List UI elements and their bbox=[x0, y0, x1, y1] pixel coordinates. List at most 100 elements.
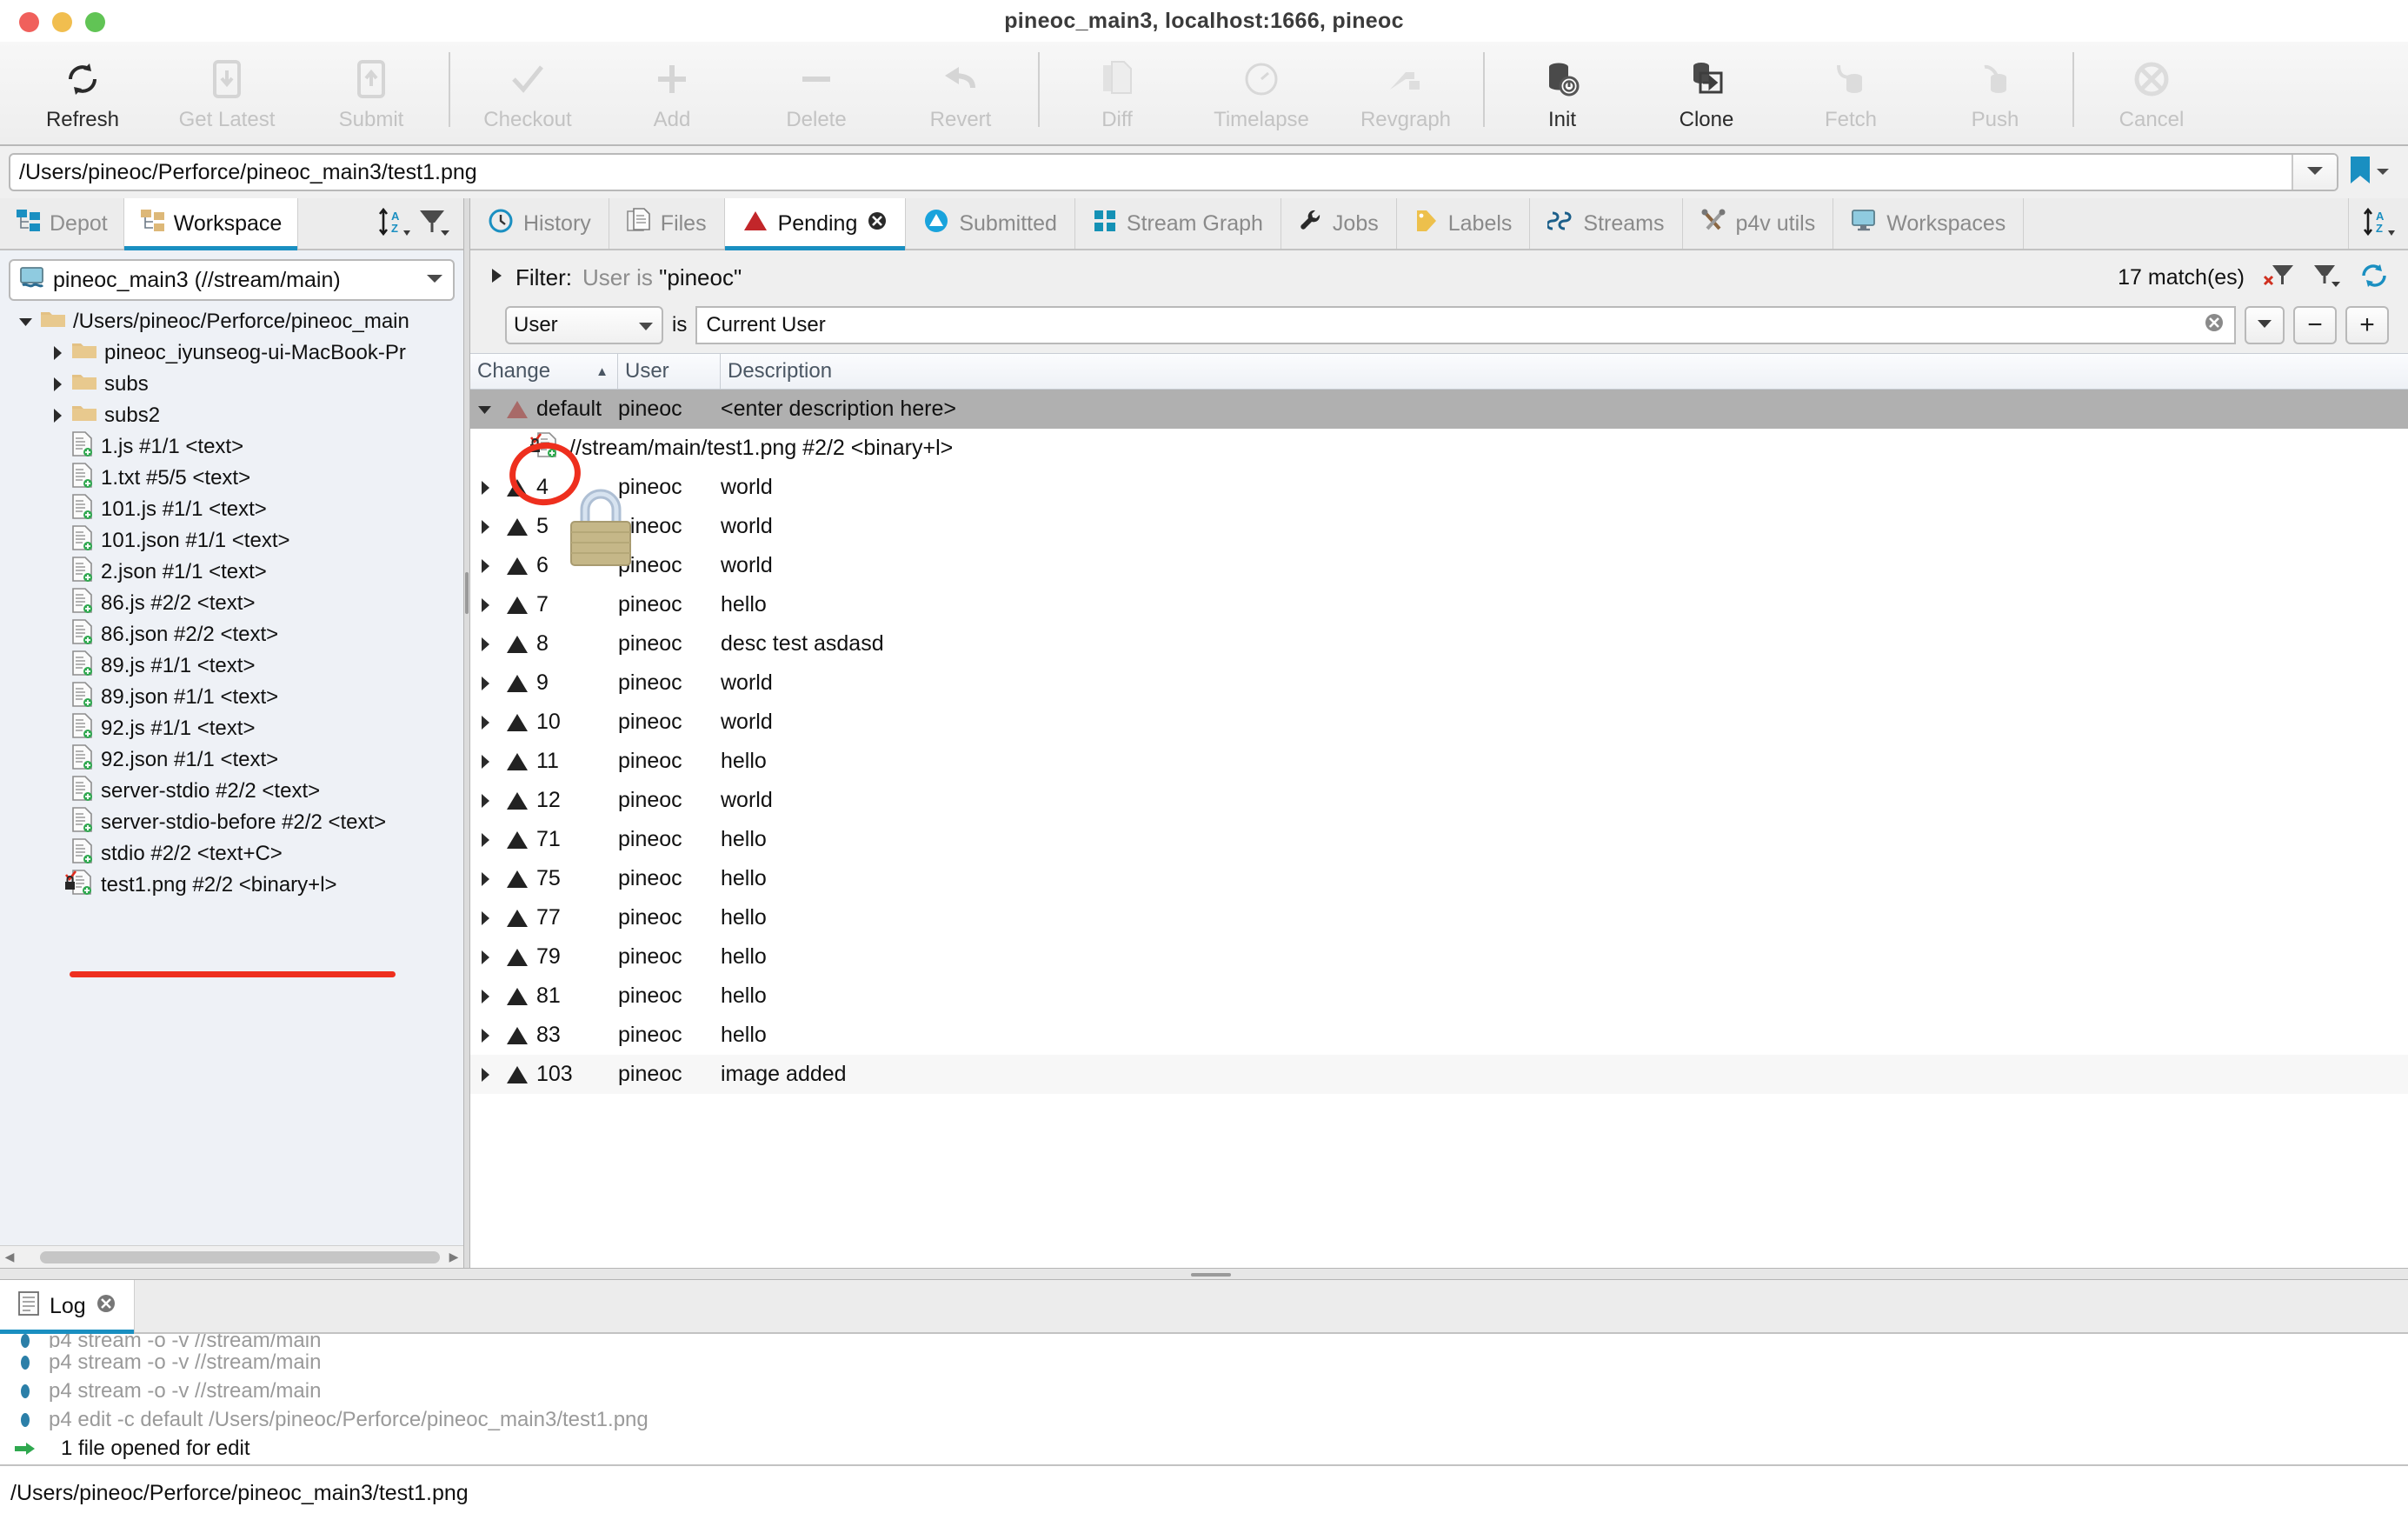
clear-x-icon[interactable] bbox=[2203, 311, 2225, 340]
vertical-splitter[interactable] bbox=[463, 198, 470, 1268]
timelapse-button[interactable]: Timelapse bbox=[1189, 42, 1334, 137]
table-row[interactable]: 11 pineoc hello bbox=[470, 742, 2408, 781]
table-row[interactable]: 71 pineoc hello bbox=[470, 820, 2408, 859]
diff-button[interactable]: Diff bbox=[1045, 42, 1189, 137]
sort-az-icon[interactable]: A Z bbox=[2361, 207, 2396, 241]
twisty-collapsed-icon[interactable] bbox=[470, 597, 500, 613]
twisty-collapsed-icon[interactable] bbox=[470, 754, 500, 770]
twisty-collapsed-icon[interactable] bbox=[470, 480, 500, 496]
twisty-collapsed-icon[interactable] bbox=[470, 793, 500, 809]
filter-funnel-icon[interactable] bbox=[418, 207, 451, 241]
tree-node-file[interactable]: 86.js #2/2 <text> bbox=[0, 587, 463, 619]
table-row[interactable]: 75 pineoc hello bbox=[470, 859, 2408, 898]
bookmark-icon[interactable] bbox=[2349, 156, 2371, 190]
refresh-circle-icon[interactable] bbox=[2359, 262, 2389, 294]
tree-node-root[interactable]: /Users/pineoc/Perforce/pineoc_main bbox=[0, 306, 463, 337]
table-row[interactable]: 5 pineoc world bbox=[470, 507, 2408, 546]
tree-node-folder[interactable]: pineoc_iyunseog-ui-MacBook-Pr bbox=[0, 337, 463, 369]
horizontal-splitter[interactable] bbox=[0, 1268, 2408, 1280]
twisty-collapsed-icon[interactable] bbox=[43, 377, 71, 392]
tab-pending[interactable]: Pending bbox=[724, 198, 907, 250]
tree-node-file[interactable]: 89.json #1/1 <text> bbox=[0, 681, 463, 713]
table-row[interactable]: 7 pineoc hello bbox=[470, 585, 2408, 624]
table-row[interactable]: 10 pineoc world bbox=[470, 703, 2408, 742]
clear-filter-icon[interactable] bbox=[2262, 263, 2295, 293]
tab-submitted[interactable]: Submitted bbox=[906, 198, 1075, 249]
init-button[interactable]: Init bbox=[1490, 42, 1634, 137]
tree-node-file[interactable]: 92.js #1/1 <text> bbox=[0, 712, 463, 744]
refresh-button[interactable]: Refresh bbox=[10, 42, 155, 137]
scrollbar-thumb[interactable] bbox=[40, 1250, 440, 1263]
sidebar-tab-workspace[interactable]: Workspace bbox=[123, 198, 299, 250]
twisty-collapsed-icon[interactable] bbox=[470, 676, 500, 691]
twisty-collapsed-icon[interactable] bbox=[43, 408, 71, 423]
add-button[interactable]: Add bbox=[600, 42, 744, 137]
filter-menu-icon[interactable] bbox=[2312, 263, 2342, 293]
twisty-collapsed-icon[interactable] bbox=[470, 519, 500, 535]
workspace-selector[interactable]: pineoc_main3 (//stream/main) bbox=[9, 259, 455, 301]
twisty-collapsed-icon[interactable] bbox=[470, 558, 500, 574]
get-latest-button[interactable]: Get Latest bbox=[155, 42, 299, 137]
fetch-button[interactable]: Fetch bbox=[1779, 42, 1923, 137]
tree-node-file[interactable]: 101.js #1/1 <text> bbox=[0, 493, 463, 525]
table-row[interactable]: 12 pineoc world bbox=[470, 781, 2408, 820]
column-header-change[interactable]: Change ▲ bbox=[470, 354, 618, 389]
tab-log[interactable]: Log bbox=[0, 1280, 135, 1334]
tree-node-file[interactable]: 101.json #1/1 <text> bbox=[0, 524, 463, 557]
tab-stream-graph[interactable]: Stream Graph bbox=[1075, 198, 1281, 249]
table-row[interactable]: 6 pineoc world bbox=[470, 546, 2408, 585]
filter-field-select[interactable]: User bbox=[505, 306, 663, 344]
tree-node-file[interactable]: 86.json #2/2 <text> bbox=[0, 618, 463, 650]
table-row[interactable]: 8 pineoc desc test asdasd bbox=[470, 624, 2408, 663]
tab-labels[interactable]: Labels bbox=[1397, 198, 1531, 249]
checkout-button[interactable]: Checkout bbox=[456, 42, 600, 137]
filter-value-input[interactable]: Current User bbox=[695, 306, 2236, 344]
add-filter-row-button[interactable]: + bbox=[2345, 306, 2389, 344]
close-x-icon[interactable] bbox=[96, 1293, 116, 1320]
tree-node-file-test1png[interactable]: test1.png #2/2 <binary+l> bbox=[0, 869, 463, 901]
tree-node-file[interactable]: 1.txt #5/5 <text> bbox=[0, 462, 463, 494]
close-x-icon[interactable] bbox=[867, 210, 888, 237]
tree-node-file[interactable]: stdio #2/2 <text+C> bbox=[0, 837, 463, 870]
path-value[interactable]: /Users/pineoc/Perforce/pineoc_main3/test… bbox=[10, 160, 2292, 185]
tree-node-file[interactable]: 1.js #1/1 <text> bbox=[0, 430, 463, 463]
tree-node-file[interactable]: server-stdio #2/2 <text> bbox=[0, 775, 463, 807]
twisty-collapsed-icon[interactable] bbox=[470, 1028, 500, 1043]
chevron-down-icon[interactable] bbox=[425, 272, 444, 289]
path-field[interactable]: /Users/pineoc/Perforce/pineoc_main3/test… bbox=[9, 153, 2338, 191]
tree-node-file[interactable]: 2.json #1/1 <text> bbox=[0, 556, 463, 588]
path-dropdown-button[interactable] bbox=[2292, 155, 2337, 190]
revert-button[interactable]: Revert bbox=[888, 42, 1033, 137]
filter-value-dropdown-button[interactable] bbox=[2245, 306, 2285, 344]
sort-az-icon[interactable]: A Z bbox=[376, 207, 411, 241]
tree-node-folder[interactable]: subs2 bbox=[0, 400, 463, 431]
table-row[interactable]: 9 pineoc world bbox=[470, 663, 2408, 703]
pending-changelists-table[interactable]: Change ▲ User Description default pineoc… bbox=[470, 353, 2408, 1268]
tree-node-file[interactable]: 92.json #1/1 <text> bbox=[0, 743, 463, 776]
delete-button[interactable]: Delete bbox=[744, 42, 888, 137]
table-row[interactable]: 4 pineoc world bbox=[470, 468, 2408, 507]
table-row-file[interactable]: //stream/main/test1.png #2/2 <binary+l> bbox=[470, 429, 2408, 468]
bookmark-control[interactable] bbox=[2338, 156, 2399, 190]
tree-horizontal-scrollbar[interactable]: ◀ ▶ bbox=[0, 1245, 463, 1268]
tab-jobs[interactable]: Jobs bbox=[1281, 198, 1397, 249]
tab-p4v-utils[interactable]: p4v utils bbox=[1683, 198, 1834, 249]
tree-node-folder[interactable]: subs bbox=[0, 369, 463, 400]
table-row[interactable]: default pineoc <enter description here> bbox=[470, 390, 2408, 429]
cancel-button[interactable]: Cancel bbox=[2079, 42, 2224, 137]
triangle-right-icon[interactable] bbox=[489, 267, 516, 289]
submit-button[interactable]: Submit bbox=[299, 42, 443, 137]
remove-filter-row-button[interactable]: − bbox=[2293, 306, 2337, 344]
twisty-collapsed-icon[interactable] bbox=[470, 832, 500, 848]
scroll-left-arrow-icon[interactable]: ◀ bbox=[0, 1250, 19, 1264]
workspace-tree[interactable]: /Users/pineoc/Perforce/pineoc_main pineo… bbox=[0, 304, 463, 1268]
twisty-collapsed-icon[interactable] bbox=[470, 950, 500, 965]
chevron-down-icon[interactable] bbox=[637, 313, 655, 337]
table-row[interactable]: 79 pineoc hello bbox=[470, 937, 2408, 977]
column-header-user[interactable]: User bbox=[618, 354, 721, 389]
chevron-down-icon[interactable] bbox=[2376, 164, 2390, 180]
tab-workspaces[interactable]: Workspaces bbox=[1833, 198, 2025, 249]
twisty-collapsed-icon[interactable] bbox=[43, 345, 71, 361]
tree-node-file[interactable]: 89.js #1/1 <text> bbox=[0, 650, 463, 682]
twisty-expanded-icon[interactable] bbox=[470, 403, 500, 416]
